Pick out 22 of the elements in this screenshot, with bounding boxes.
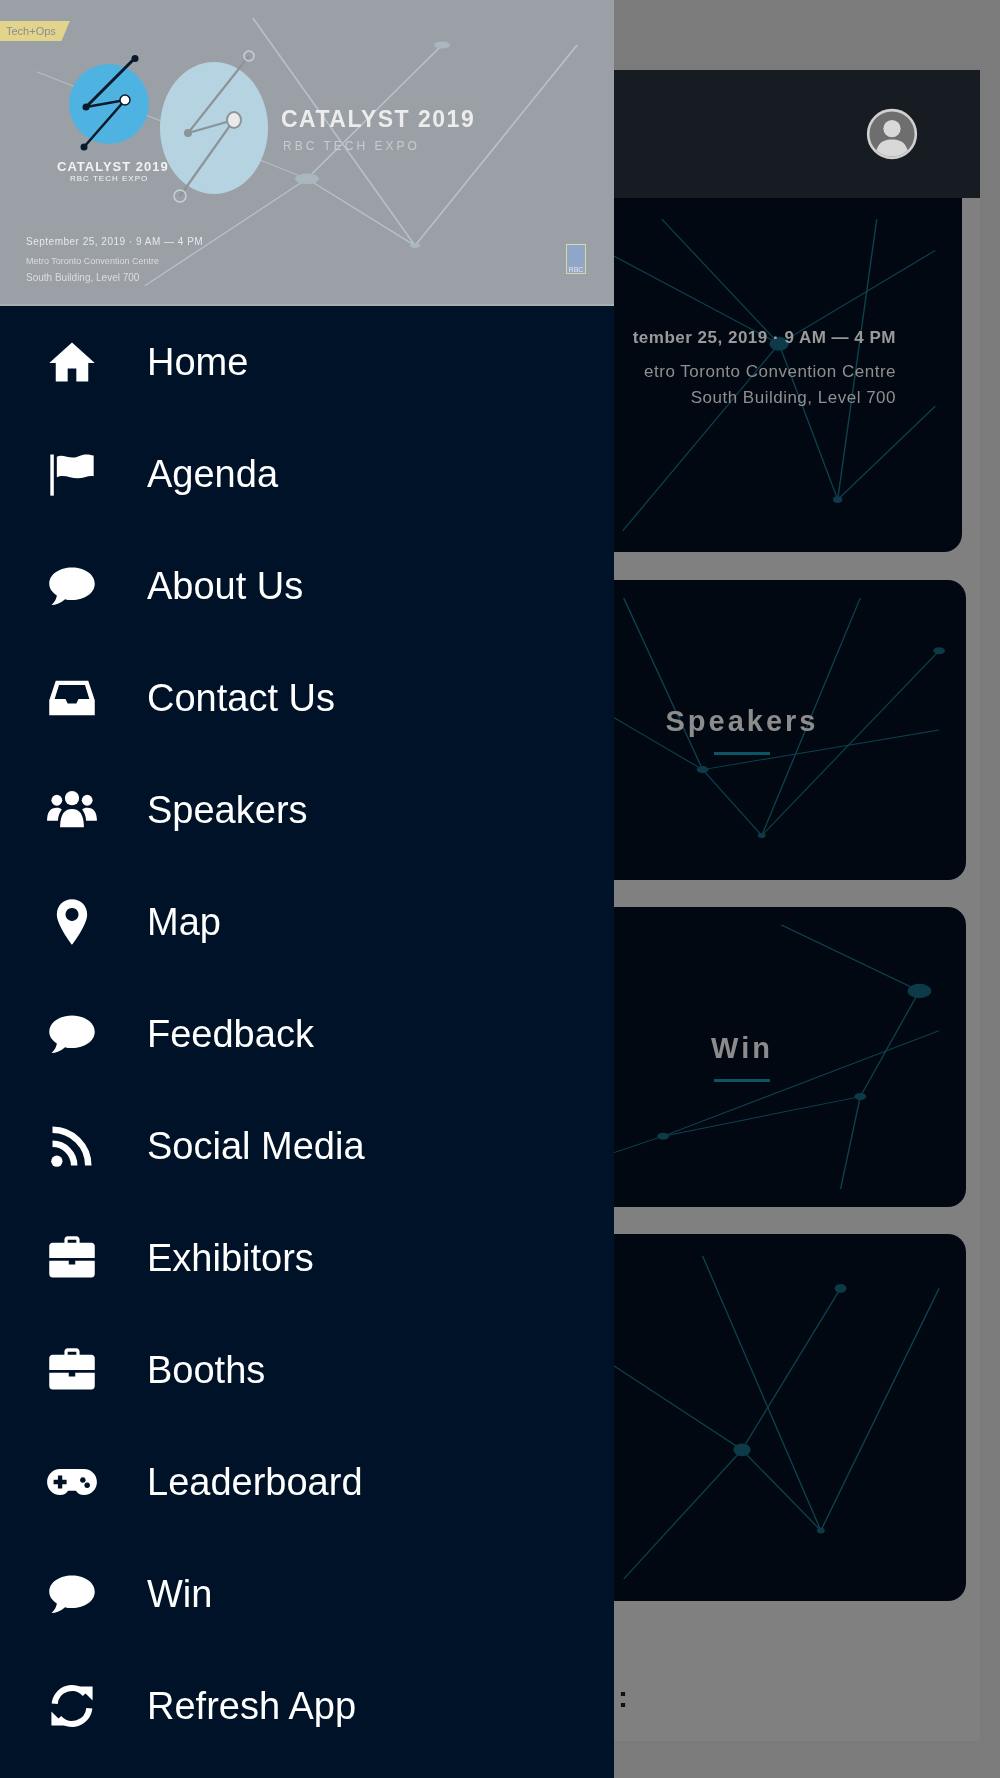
tile-title: Speakers	[665, 705, 819, 738]
banner-venue: South Building, Level 700	[26, 272, 140, 283]
event-date: tember 25, 2019 · 9 AM — 4 PM	[632, 328, 896, 348]
title-underline	[714, 1079, 770, 1082]
event-venue: etro Toronto Convention Centre	[644, 362, 896, 382]
logo-subtitle: RBC TECH EXPO	[70, 174, 149, 183]
logo-title: CATALYST 2019	[57, 159, 169, 174]
banner-date: September 25, 2019 · 9 AM — 4 PM	[26, 236, 204, 247]
menu-item[interactable]: Refresh App	[0, 1650, 614, 1762]
tile-title: Win	[711, 1032, 773, 1065]
menu-item[interactable]: Booths	[0, 1314, 614, 1426]
banner-venue: Metro Toronto Convention Centre	[26, 256, 159, 266]
menu-item[interactable]: Agenda	[0, 418, 614, 530]
menu-item[interactable]: Leaderboard	[0, 1426, 614, 1538]
banner-title: CATALYST 2019	[281, 106, 476, 133]
title-underline	[714, 752, 770, 755]
section-label: :	[618, 1680, 628, 1714]
user-avatar-icon[interactable]	[866, 108, 918, 160]
event-venue: South Building, Level 700	[690, 388, 896, 408]
tag-label: Tech+Ops	[0, 21, 70, 41]
menu-item[interactable]: Home	[0, 306, 614, 418]
menu-item[interactable]: Win	[0, 1538, 614, 1650]
